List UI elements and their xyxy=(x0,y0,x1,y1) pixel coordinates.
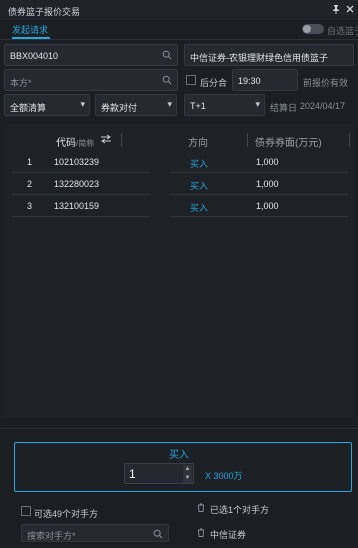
row-index: 2 xyxy=(27,179,33,189)
tab-initiate-request[interactable]: 发起请求 xyxy=(12,23,48,36)
header-direction: 方向 xyxy=(188,138,208,149)
settle-date-label: 结算日 xyxy=(270,103,298,113)
delivery-type-select[interactable]: 券款对付 ▾ xyxy=(95,94,177,116)
code-input-value: BBX004010 xyxy=(10,51,59,61)
chevron-down-icon: ▾ xyxy=(255,99,260,109)
bond-table: 代码/简称 方向 债券券面(万元) 1 102103239 买入 1,000 2… xyxy=(4,124,354,418)
face-value[interactable]: 1,000 xyxy=(256,157,279,167)
face-value[interactable]: 1,000 xyxy=(256,201,279,211)
close-icon[interactable] xyxy=(344,4,356,16)
header-face-value: 债券券面(万元) xyxy=(255,138,322,149)
after-split-checkbox[interactable] xyxy=(186,75,196,85)
select-all-counterparty-checkbox[interactable] xyxy=(21,506,31,516)
quantity-stepper[interactable]: 1 ▲ ▼ xyxy=(124,463,194,484)
search-icon[interactable] xyxy=(153,529,163,539)
bond-code: 132100159 xyxy=(54,201,100,211)
chevron-down-icon: ▾ xyxy=(80,99,85,109)
row-divider xyxy=(170,172,348,173)
row-divider xyxy=(170,194,348,195)
row-divider xyxy=(12,172,150,173)
spin-up-icon[interactable]: ▲ xyxy=(183,465,192,474)
trash-icon[interactable] xyxy=(197,528,205,537)
our-side-placeholder: 本方* xyxy=(10,78,32,88)
delivery-type-value: 券款对付 xyxy=(101,103,138,113)
settlement-type-select[interactable]: 全额清算 ▾ xyxy=(4,94,90,116)
window-title: 债券篮子报价交易 xyxy=(8,7,81,17)
settlement-type-value: 全额清算 xyxy=(10,103,47,113)
row-divider xyxy=(12,194,150,195)
direction-buy[interactable]: 买入 xyxy=(190,157,208,170)
selected-counterparty-label: 已选1个对手方 xyxy=(210,505,270,515)
swap-icon[interactable] xyxy=(100,134,112,144)
direction-buy[interactable]: 买入 xyxy=(190,201,208,214)
quantity-unit: X 3000万 xyxy=(205,471,243,481)
settle-speed-value: T+1 xyxy=(190,101,206,111)
settle-speed-select[interactable]: T+1 ▾ xyxy=(184,94,265,116)
header-code: 代码/简称 xyxy=(56,138,95,149)
counterparty-select-value: 中信证券-农银理财绿色信用债篮子 xyxy=(190,53,328,63)
title-bar: 债券篮子报价交易 xyxy=(0,0,358,20)
auto-basket-toggle[interactable] xyxy=(302,24,324,34)
bond-code: 102103239 xyxy=(54,157,100,167)
code-input[interactable]: BBX004010 xyxy=(4,44,178,66)
counterparty-search-placeholder: 搜索对手方* xyxy=(27,531,76,541)
header-divider xyxy=(0,39,358,40)
counterparty-search-input[interactable]: 搜索对手方* xyxy=(21,524,169,542)
row-index: 3 xyxy=(27,201,33,211)
quantity-value: 1 xyxy=(129,467,136,481)
chevron-down-icon: ▾ xyxy=(167,99,172,109)
face-value[interactable]: 1,000 xyxy=(256,179,279,189)
selectable-counterparty-label: 可选49个对手方 xyxy=(34,509,99,519)
time-input[interactable]: 19:30 xyxy=(232,69,298,91)
selected-counterparty-item[interactable]: 中信证券 xyxy=(210,528,246,541)
bond-code: 132280023 xyxy=(54,179,100,189)
row-divider xyxy=(12,216,150,217)
before-quote-label: 前报价有效 xyxy=(303,78,349,88)
column-separator xyxy=(121,133,122,147)
auto-basket-label: 自选篮子 xyxy=(327,26,358,36)
pin-icon[interactable] xyxy=(330,4,342,16)
spin-down-icon[interactable]: ▼ xyxy=(183,474,192,483)
row-divider xyxy=(170,216,348,217)
trash-icon[interactable] xyxy=(197,503,205,512)
column-separator xyxy=(349,133,350,147)
search-icon[interactable] xyxy=(162,50,172,60)
after-split-label: 后分合 xyxy=(200,78,228,88)
time-value: 19:30 xyxy=(238,76,261,86)
direction-buy[interactable]: 买入 xyxy=(190,179,208,192)
counterparty-select[interactable]: 中信证券-农银理财绿色信用债篮子 xyxy=(184,44,354,66)
column-separator xyxy=(247,133,248,147)
search-icon[interactable] xyxy=(162,75,172,85)
buy-title: 买入 xyxy=(169,450,189,461)
settle-date-value: 2024/04/17 xyxy=(300,101,346,111)
our-side-input[interactable]: 本方* xyxy=(4,69,178,91)
row-index: 1 xyxy=(27,157,33,167)
